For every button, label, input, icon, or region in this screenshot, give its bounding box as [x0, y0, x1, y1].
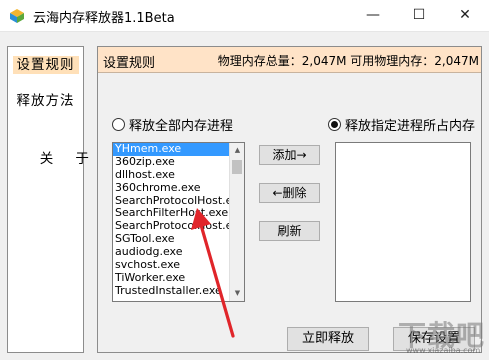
- nav-item-settings-rules[interactable]: 设置规则: [8, 54, 83, 76]
- list-item[interactable]: svchost.exe: [113, 259, 230, 272]
- maximize-button[interactable]: ☐: [396, 0, 442, 32]
- list-item[interactable]: SearchProtocolHost.exe: [113, 220, 230, 233]
- nav-item-label: 关 于: [39, 151, 90, 167]
- list-item[interactable]: 360chrome.exe: [113, 182, 230, 195]
- radio-release-specified[interactable]: 释放指定进程所占内存: [328, 115, 475, 134]
- radio-label: 释放指定进程所占内存: [345, 119, 476, 134]
- close-button[interactable]: ✕: [442, 0, 488, 32]
- list-item[interactable]: YHmem.exe: [113, 143, 230, 156]
- scroll-down-icon[interactable]: ▼: [230, 286, 244, 301]
- list-item[interactable]: TrustedInstaller.exe: [113, 285, 230, 298]
- refresh-button[interactable]: 刷新: [259, 221, 320, 241]
- list-item[interactable]: audiodg.exe: [113, 246, 230, 259]
- list-item[interactable]: dllhost.exe: [113, 169, 230, 182]
- radio-label: 释放全部内存进程: [129, 119, 234, 134]
- minimize-button[interactable]: —: [350, 0, 396, 32]
- watermark-url: www.xiazaiba.com: [406, 346, 481, 355]
- sidebar-nav: 设置规则 释放方法 关 于: [7, 46, 89, 353]
- target-process-list[interactable]: [335, 142, 471, 302]
- radio-release-all[interactable]: 释放全部内存进程: [112, 115, 233, 134]
- scroll-up-icon[interactable]: ▲: [230, 143, 244, 158]
- release-now-button[interactable]: 立即释放: [287, 327, 369, 351]
- process-list-items: YHmem.exe 360zip.exe dllhost.exe 360chro…: [113, 143, 230, 298]
- list-item[interactable]: SGTool.exe: [113, 233, 230, 246]
- panel-header: 设置规则 物理内存总量：2,047M 可用物理内存：2,047M: [98, 47, 481, 73]
- list-item[interactable]: 360zip.exe: [113, 156, 230, 169]
- scroll-thumb[interactable]: [232, 160, 242, 174]
- memory-info: 物理内存总量：2,047M 可用物理内存：2,047M: [217, 54, 479, 68]
- nav-item-label: 设置规则: [12, 56, 79, 74]
- add-button[interactable]: 添加→: [259, 145, 320, 165]
- nav-item-label: 释放方法: [16, 93, 75, 109]
- radio-circle-icon: [112, 118, 125, 131]
- nav-item-release-method[interactable]: 释放方法: [8, 90, 83, 112]
- title-bar: 云海内存释放器1.1Beta — ☐ ✕: [0, 0, 489, 32]
- panel-title: 设置规则: [103, 56, 156, 71]
- remove-button[interactable]: ←删除: [259, 183, 320, 203]
- watermark-logo: 下载吧 www.xiazaiba.com: [380, 308, 485, 358]
- list-item[interactable]: SearchProtocolHost.exe: [113, 195, 230, 208]
- settings-panel: 设置规则 物理内存总量：2,047M 可用物理内存：2,047M 释放全部内存进…: [97, 46, 482, 353]
- process-list[interactable]: YHmem.exe 360zip.exe dllhost.exe 360chro…: [112, 142, 245, 302]
- app-logo-icon: [10, 9, 24, 23]
- list-item[interactable]: TiWorker.exe: [113, 272, 230, 285]
- nav-item-about[interactable]: 关 于: [8, 126, 89, 167]
- window-title: 云海内存释放器1.1Beta: [33, 11, 175, 26]
- list-scrollbar[interactable]: ▲ ▼: [229, 143, 244, 301]
- list-item[interactable]: SearchFilterHost.exe: [113, 207, 230, 220]
- radio-checked-icon: [328, 118, 341, 131]
